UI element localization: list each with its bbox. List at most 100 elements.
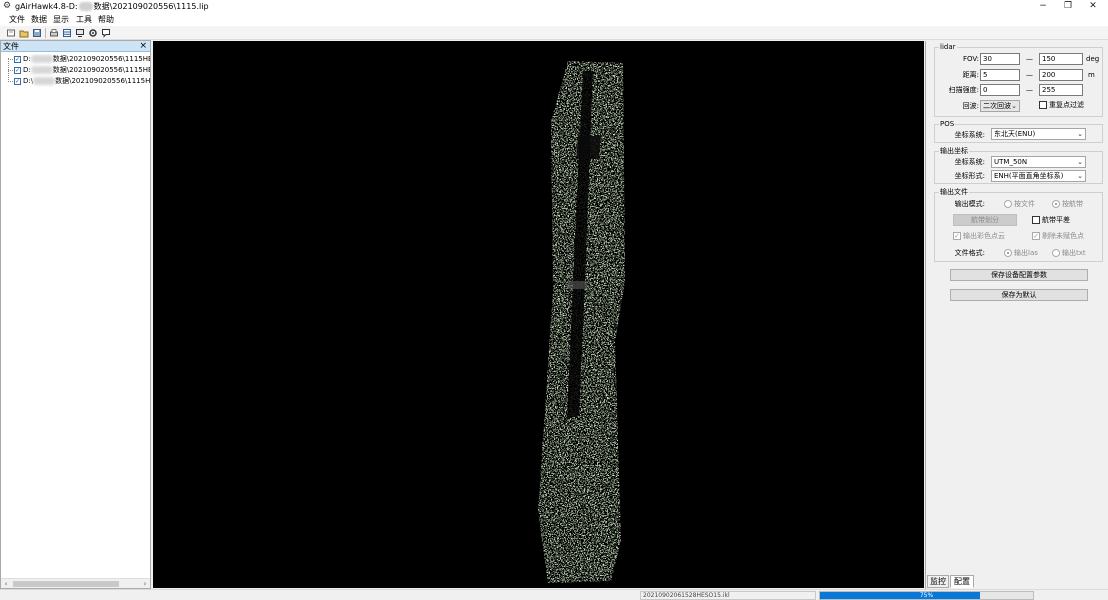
band-level-label: 航带平差 <box>1042 216 1070 224</box>
menu-file[interactable]: 文件 <box>9 14 25 25</box>
tree-item-3[interactable]: ✓ D:\数据\202109020556\1115HESLi <box>7 76 150 87</box>
lidar-group-title: lidar <box>939 42 957 52</box>
close-icon[interactable]: × <box>139 41 147 52</box>
dup-filter-checkbox[interactable] <box>1039 101 1047 109</box>
print-icon[interactable] <box>49 28 59 38</box>
comment-icon[interactable] <box>101 28 111 38</box>
tree-item-label: D:数据\202109020556\1115HESLi <box>23 55 150 63</box>
tree-item-2[interactable]: ✓ D:数据\202109020556\1115HESLi <box>7 65 150 76</box>
intensity-label: 扫描强度: <box>948 86 979 94</box>
chevron-down-icon: ⌄ <box>1077 172 1083 180</box>
output-coord-label: 坐标系统: <box>954 158 985 166</box>
mode-by-file-radio[interactable] <box>1004 200 1012 208</box>
tab-monitor[interactable]: 监控 <box>927 575 949 588</box>
grid-icon[interactable] <box>62 28 72 38</box>
menu-tools[interactable]: 工具 <box>76 14 92 25</box>
pos-group-title: POS <box>939 119 956 129</box>
title-bar: ⚙ gAirHawk4.8-D: 数据\202109020556\1115.lip… <box>0 0 1108 13</box>
monitor-icon[interactable] <box>75 28 85 38</box>
scroll-left-icon[interactable]: ‹ <box>1 579 11 589</box>
band-level-checkbox[interactable] <box>1032 216 1040 224</box>
blurred-segment <box>33 77 56 85</box>
split-route-button[interactable]: 航带划分 <box>953 214 1017 226</box>
output-coord-group: 输出坐标 坐标系统: UTM_50N ⌄ 坐标形式: ENH(平面直角坐标系) ⌄ <box>934 146 1103 184</box>
progress-percent: 75% <box>919 592 934 599</box>
menu-display[interactable]: 显示 <box>53 14 69 25</box>
echo-label: 回波: <box>962 102 979 110</box>
toolbar-separator <box>45 28 46 38</box>
echo-select[interactable]: 二次回波 ⌄ <box>980 100 1020 112</box>
new-file-icon[interactable] <box>6 28 16 38</box>
mode-by-route-radio[interactable] <box>1052 200 1060 208</box>
blurred-segment <box>78 2 93 11</box>
tree-connector <box>8 81 13 82</box>
checkbox-icon[interactable]: ✓ <box>14 56 21 63</box>
settings-icon[interactable] <box>88 28 98 38</box>
chevron-down-icon: ⌄ <box>1011 102 1017 110</box>
output-format-label: 坐标形式: <box>954 172 985 180</box>
point-cloud-viewport[interactable] <box>153 41 924 588</box>
range-separator: — <box>1026 55 1033 63</box>
open-folder-icon[interactable] <box>19 28 29 38</box>
range-min-input[interactable]: 5 <box>980 69 1020 81</box>
file-panel-title: 文件 <box>3 42 19 51</box>
scrollbar-thumb[interactable] <box>13 581 119 587</box>
tree-item-label: D:\数据\202109020556\1115HESLi <box>23 77 150 85</box>
menu-help[interactable]: 帮助 <box>98 14 114 25</box>
output-format-select[interactable]: ENH(平面直角坐标系) ⌄ <box>991 170 1086 182</box>
checkbox-icon[interactable]: ✓ <box>14 78 21 85</box>
save-default-button[interactable]: 保存为默认 <box>950 289 1088 301</box>
output-file-group-title: 输出文件 <box>939 187 969 197</box>
range-separator: — <box>1026 71 1033 79</box>
tree-connector <box>8 70 13 71</box>
toolbar <box>0 26 1108 40</box>
range-unit: m <box>1088 71 1095 79</box>
format-txt-radio[interactable] <box>1052 249 1060 257</box>
fov-unit: deg <box>1086 55 1100 63</box>
tab-config[interactable]: 配置 <box>950 575 974 588</box>
horizontal-scrollbar[interactable]: ‹ › <box>1 578 150 588</box>
maximize-button[interactable]: ❐ <box>1055 0 1081 13</box>
save-device-config-button[interactable]: 保存设备配置参数 <box>950 269 1088 281</box>
file-panel: 文件 × ✓ D:数据\202109020556\1115HESLi ✓ D:数… <box>0 40 151 589</box>
app-window: ⚙ gAirHawk4.8-D: 数据\202109020556\1115.lip… <box>0 0 1108 600</box>
close-button[interactable]: ✕ <box>1080 0 1106 13</box>
output-mode-label: 输出模式: <box>954 200 985 208</box>
scroll-right-icon[interactable]: › <box>140 579 150 589</box>
blurred-segment <box>30 66 53 74</box>
range-max-input[interactable]: 200 <box>1039 69 1083 81</box>
blurred-segment <box>30 55 53 63</box>
progress-bar: 75% <box>819 591 1034 600</box>
menu-bar: 文件 数据 显示 工具 帮助 <box>0 13 1108 26</box>
menu-data[interactable]: 数据 <box>31 14 47 25</box>
output-coord-select[interactable]: UTM_50N ⌄ <box>991 156 1086 168</box>
minimize-button[interactable]: − <box>1030 0 1056 13</box>
file-format-label: 文件格式: <box>954 249 985 257</box>
remove-uncolored-label: 剔除未赋色点 <box>1042 232 1084 240</box>
config-panel: lidar FOV: 30 — 150 deg 距离: 5 — 200 m 扫描… <box>925 41 1108 589</box>
tree-item-1[interactable]: ✓ D:数据\202109020556\1115HESLi <box>7 54 150 65</box>
output-file-group: 输出文件 输出模式: 按文件 按航带 航带划分 航带平差 ✓ 输出彩色点云 ✓ … <box>934 187 1103 262</box>
fov-max-input[interactable]: 150 <box>1039 53 1083 65</box>
dup-filter-label: 重复点过滤 <box>1049 101 1084 109</box>
output-coord-group-title: 输出坐标 <box>939 146 969 156</box>
color-points-checkbox[interactable]: ✓ <box>953 232 961 240</box>
status-file-name: 20210902061528HESO15.ikl <box>640 591 816 600</box>
intensity-min-input[interactable]: 0 <box>980 84 1020 96</box>
format-las-radio[interactable] <box>1004 249 1012 257</box>
fov-min-input[interactable]: 30 <box>980 53 1020 65</box>
chevron-down-icon: ⌄ <box>1077 130 1083 138</box>
mode-by-file-label: 按文件 <box>1014 200 1035 208</box>
gear-icon: ⚙ <box>3 1 12 11</box>
pos-coord-label: 坐标系统: <box>954 131 985 139</box>
chevron-down-icon: ⌄ <box>1077 158 1083 166</box>
pos-coord-select[interactable]: 东北天(ENU) ⌄ <box>991 128 1086 140</box>
color-points-label: 输出彩色点云 <box>963 232 1005 240</box>
remove-uncolored-checkbox[interactable]: ✓ <box>1032 232 1040 240</box>
tree-item-label: D:数据\202109020556\1115HESLi <box>23 66 150 74</box>
save-icon[interactable] <box>32 28 42 38</box>
tree-connector <box>8 59 13 60</box>
intensity-max-input[interactable]: 255 <box>1039 84 1083 96</box>
checkbox-icon[interactable]: ✓ <box>14 67 21 74</box>
window-title: gAirHawk4.8-D: 数据\202109020556\1115.lip <box>15 2 209 11</box>
